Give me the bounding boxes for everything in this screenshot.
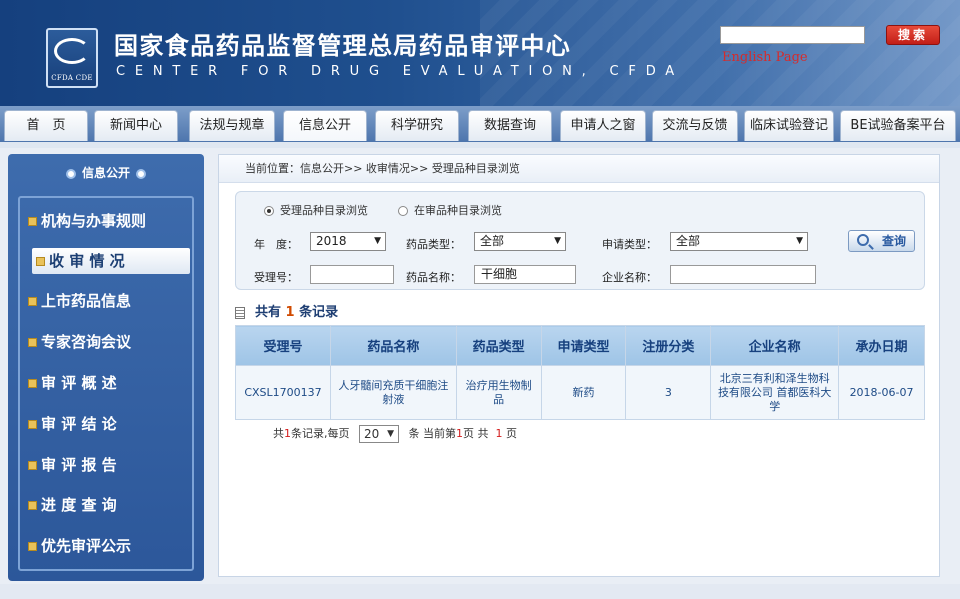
radio-reviewing-list[interactable]: 在审品种目录浏览	[398, 202, 502, 218]
pager-total: 1	[284, 427, 291, 440]
square-bullet-icon	[28, 501, 37, 510]
col-date: 承办日期	[838, 325, 925, 366]
cell-company: 北京三有利和泽生物科技有限公司 首都医科大学	[710, 365, 840, 420]
drug-type-select[interactable]: 全部 ▼	[474, 232, 566, 251]
tab-applicant[interactable]: 申请人之窗	[560, 110, 646, 141]
filter-panel: 受理品种目录浏览 在审品种目录浏览 年 度： 2018 ▼ 药品类型： 全部 ▼ 申…	[235, 191, 925, 290]
search-input[interactable]	[720, 26, 865, 44]
sidebar-item-review-overview[interactable]: 审 评 概 述	[28, 370, 194, 396]
drug-name-label: 药品名称：	[406, 271, 461, 284]
record-count: 共有 1 条记录	[235, 301, 338, 320]
square-bullet-icon	[36, 257, 45, 266]
col-drug-type: 药品类型	[455, 325, 542, 366]
tab-feedback[interactable]: 交流与反馈	[652, 110, 738, 141]
apply-type-select[interactable]: 全部 ▼	[670, 232, 808, 251]
sidebar-title: 信息公开	[81, 166, 130, 180]
drug-name-input[interactable]: 干细胞	[474, 265, 576, 284]
accept-no-input[interactable]	[310, 265, 394, 284]
sidebar-item-institution[interactable]: 机构与办事规则	[28, 208, 194, 234]
accept-no-label: 受理号：	[254, 271, 298, 284]
site-header: CFDA CDE 国家食品药品监督管理总局药品审评中心 CENTER FOR D…	[0, 0, 960, 106]
magnifier-icon	[857, 234, 869, 246]
apply-type-label: 申请类型：	[602, 238, 657, 251]
company-input[interactable]	[670, 265, 816, 284]
search-button[interactable]: 搜索	[886, 25, 940, 45]
cfda-logo[interactable]: CFDA CDE	[46, 28, 98, 88]
year-label: 年 度：	[254, 238, 298, 251]
main-panel: 当前位置：信息公开>> 收审情况>> 受理品种目录浏览 受理品种目录浏览 在审品…	[218, 154, 940, 577]
tab-info-public[interactable]: 信息公开	[283, 110, 367, 141]
logo-mark-icon	[54, 38, 90, 64]
dropdown-arrow-icon: ▼	[374, 236, 381, 246]
square-bullet-icon	[28, 338, 37, 347]
results-table: 受理号 药品名称 药品类型 申请类型 注册分类 企业名称 承办日期 CXSL17…	[235, 325, 925, 420]
list-icon	[235, 306, 245, 319]
cell-apply-type: 新药	[540, 365, 627, 420]
sidebar-item-priority-review[interactable]: 优先审评公示	[28, 533, 194, 559]
square-bullet-icon	[28, 379, 37, 388]
cell-drug-type: 治疗用生物制品	[455, 365, 542, 420]
dropdown-arrow-icon: ▼	[387, 429, 394, 439]
english-page-link[interactable]: English Page	[722, 50, 808, 65]
site-title: 国家食品药品监督管理总局药品审评中心	[114, 32, 572, 60]
per-page-select[interactable]: 20 ▼	[359, 425, 399, 443]
nav-underbar	[0, 142, 960, 148]
tab-be-platform[interactable]: BE试验备案平台	[840, 110, 956, 141]
sidebar-item-review-report[interactable]: 审 评 报 告	[28, 452, 194, 478]
tab-clinical-trial[interactable]: 临床试验登记	[744, 110, 834, 141]
tab-home[interactable]: 首 页	[4, 110, 88, 141]
sidebar-item-review-status[interactable]: 收 审 情 况	[32, 248, 190, 274]
square-bullet-icon	[28, 461, 37, 470]
query-button[interactable]: 查询	[848, 230, 915, 252]
cell-reg-category: 3	[625, 365, 712, 420]
sidebar-item-expert-meeting[interactable]: 专家咨询会议	[28, 329, 194, 355]
drug-type-label: 药品类型：	[406, 238, 461, 251]
square-bullet-icon	[28, 420, 37, 429]
square-bullet-icon	[28, 542, 37, 551]
table-header-row: 受理号 药品名称 药品类型 申请类型 注册分类 企业名称 承办日期	[235, 325, 925, 366]
cell-drug-name: 人牙髓间充质干细胞注射液	[329, 365, 457, 420]
sidebar-header: 信息公开	[8, 164, 204, 181]
radio-checked-icon	[264, 206, 274, 216]
cell-accept-no: CXSL1700137	[235, 365, 331, 420]
square-bullet-icon	[28, 297, 37, 306]
main-nav: 首 页 新闻中心 法规与规章 信息公开 科学研究 数据查询 申请人之窗 交流与反…	[0, 106, 960, 142]
breadcrumb: 当前位置：信息公开>> 收审情况>> 受理品种目录浏览	[219, 155, 939, 183]
sidebar-item-progress-query[interactable]: 进 度 查 询	[28, 492, 194, 518]
sidebar: 信息公开 机构与办事规则 收 审 情 况 上市药品信息 专家咨询会议 审 评 概…	[8, 154, 204, 581]
col-reg-category: 注册分类	[625, 325, 712, 366]
bottom-band	[0, 584, 960, 599]
cell-date: 2018-06-07	[838, 365, 925, 420]
tab-news[interactable]: 新闻中心	[94, 110, 178, 141]
year-select[interactable]: 2018 ▼	[310, 232, 386, 251]
col-drug-name: 药品名称	[329, 325, 457, 366]
table-row[interactable]: CXSL1700137 人牙髓间充质干细胞注射液 治疗用生物制品 新药 3 北京…	[235, 365, 925, 420]
col-apply-type: 申请类型	[540, 325, 627, 366]
col-company: 企业名称	[710, 325, 840, 366]
pager-current: 1	[456, 427, 463, 440]
col-accept-no: 受理号	[235, 325, 331, 366]
tab-research[interactable]: 科学研究	[375, 110, 459, 141]
square-bullet-icon	[28, 217, 37, 226]
pager-pages: 1	[495, 427, 503, 440]
tab-regulations[interactable]: 法规与规章	[189, 110, 275, 141]
radio-accepted-list[interactable]: 受理品种目录浏览	[264, 202, 368, 218]
logo-text: CFDA CDE	[51, 74, 93, 82]
sidebar-item-review-conclusion[interactable]: 审 评 结 论	[28, 411, 194, 437]
tab-data-query[interactable]: 数据查询	[468, 110, 552, 141]
dropdown-arrow-icon: ▼	[554, 236, 561, 246]
sidebar-item-marketed-drugs[interactable]: 上市药品信息	[28, 288, 194, 314]
pager: 共1条记录,每页 20 ▼ 条 当前第1页 共 1 页	[273, 425, 517, 443]
company-label: 企业名称：	[602, 271, 657, 284]
dropdown-arrow-icon: ▼	[796, 236, 803, 246]
radio-unchecked-icon	[398, 206, 408, 216]
bullet-icon	[136, 168, 146, 179]
site-subtitle: CENTER FOR DRUG EVALUATION, CFDA	[116, 64, 684, 79]
bullet-icon	[65, 168, 76, 179]
